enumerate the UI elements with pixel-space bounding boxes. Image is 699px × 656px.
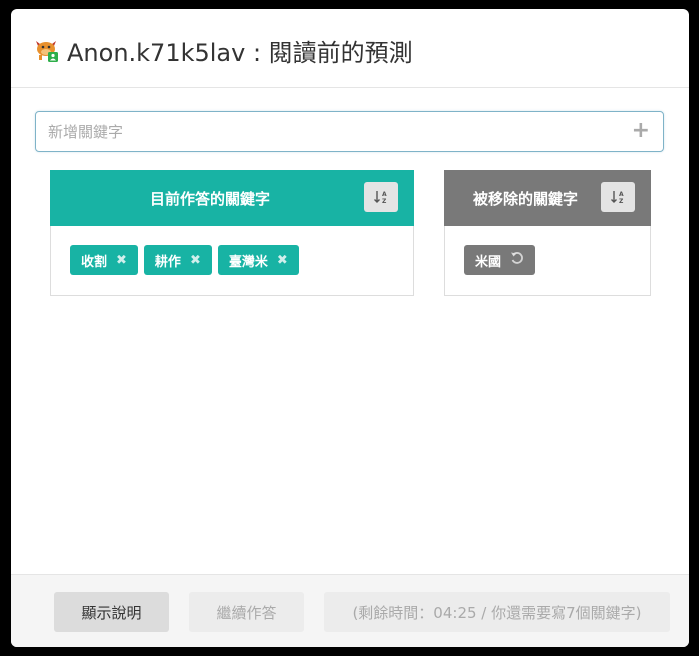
active-keywords-header: 目前作答的關鍵字 A Z (50, 170, 414, 226)
keyword-tag: 臺灣米 ✖ (217, 245, 299, 275)
keyword-tag: 耕作 ✖ (143, 245, 212, 275)
svg-text:A: A (382, 191, 387, 198)
tag-label: 耕作 (154, 254, 181, 270)
keyword-input-group: + (35, 111, 664, 152)
removed-tag-list: 米國 (464, 245, 536, 275)
removed-keywords-title: 被移除的關鍵字 (473, 190, 579, 208)
sort-active-button[interactable]: A Z (364, 182, 398, 212)
active-tag-list: 收割 ✖ 耕作 ✖ 臺灣米 ✖ (70, 245, 299, 275)
active-keywords-title: 目前作答的關鍵字 (150, 190, 271, 208)
tag-label: 收割 (81, 254, 108, 270)
removed-keyword-tag: 米國 (464, 245, 536, 275)
keyword-input[interactable] (48, 112, 628, 151)
svg-text:A: A (619, 191, 624, 198)
keyword-tag: 收割 ✖ (70, 245, 138, 275)
plus-icon[interactable]: + (632, 120, 650, 142)
close-icon[interactable]: ✖ (116, 253, 127, 268)
close-icon[interactable]: ✖ (277, 253, 288, 268)
tag-label: 臺灣米 (228, 254, 268, 270)
continue-button[interactable]: 繼續作答 (189, 592, 304, 632)
svg-text:Z: Z (619, 198, 624, 205)
sort-alpha-icon: A Z (611, 191, 624, 205)
prediction-dialog: Anon.k71k5lav : 閱讀前的預測 + 目前作答的關鍵字 A Z 收割… (11, 9, 689, 647)
dialog-footer: 顯示說明 繼續作答 (剩餘時間：04:25 / 你還需要寫7個關鍵字) (11, 574, 689, 647)
undo-icon[interactable] (510, 251, 524, 269)
tag-label: 米國 (475, 254, 502, 270)
svg-text:Z: Z (382, 198, 387, 205)
page-title: Anon.k71k5lav : 閱讀前的預測 (67, 39, 413, 67)
sort-removed-button[interactable]: A Z (601, 182, 635, 212)
show-help-button[interactable]: 顯示說明 (54, 592, 169, 632)
close-icon[interactable]: ✖ (190, 253, 201, 268)
removed-keywords-header: 被移除的關鍵字 A Z (444, 170, 651, 226)
dialog-header: Anon.k71k5lav : 閱讀前的預測 (11, 9, 689, 88)
sort-alpha-icon: A Z (374, 191, 387, 205)
status-indicator: (剩餘時間：04:25 / 你還需要寫7個關鍵字) (324, 592, 670, 632)
removed-keywords-panel: 被移除的關鍵字 A Z 米國 (444, 170, 651, 296)
cow-mascot-icon (32, 35, 62, 65)
active-keywords-panel: 目前作答的關鍵字 A Z 收割 ✖ 耕作 ✖ 臺灣米 ✖ (50, 170, 414, 296)
